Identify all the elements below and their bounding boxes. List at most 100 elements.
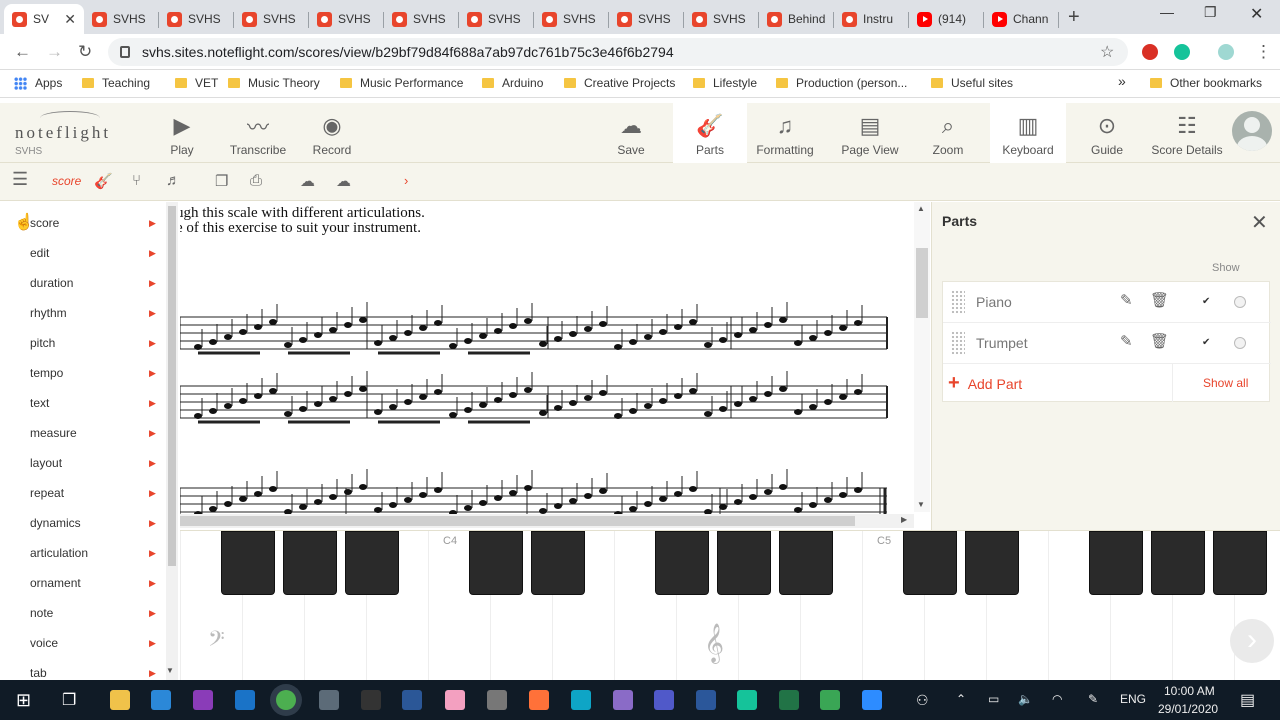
browser-tab[interactable]: Instru [834, 4, 909, 34]
note-head[interactable] [554, 336, 562, 342]
note-head[interactable] [239, 398, 247, 404]
note-head[interactable] [854, 389, 862, 395]
submenu-arrow-icon[interactable]: ▶ [149, 518, 156, 529]
note-head[interactable] [584, 493, 592, 499]
note-head[interactable] [854, 487, 862, 493]
note-head[interactable] [719, 406, 727, 412]
note-head[interactable] [344, 391, 352, 397]
note-head[interactable] [659, 398, 667, 404]
note-head[interactable] [749, 327, 757, 333]
print-icon[interactable]: ⎙ [250, 172, 262, 189]
tool-play[interactable]: ▶ Play [152, 103, 212, 163]
note-head[interactable] [254, 324, 262, 330]
submenu-arrow-icon[interactable]: ▶ [149, 338, 156, 349]
note-head[interactable] [449, 343, 457, 349]
notifications-icon[interactable]: ▤ [1240, 690, 1255, 710]
note-head[interactable] [374, 340, 382, 346]
black-key[interactable] [1089, 531, 1143, 595]
note-head[interactable] [569, 498, 577, 504]
menu-item-label[interactable]: voice [30, 636, 58, 650]
note-head[interactable] [779, 317, 787, 323]
black-key[interactable] [717, 531, 771, 595]
note-head[interactable] [254, 393, 262, 399]
note-head[interactable] [314, 401, 322, 407]
next-octave-arrow-icon[interactable]: › [1230, 619, 1274, 663]
trash-icon[interactable]: 🗑 [1150, 332, 1169, 350]
note-head[interactable] [824, 399, 832, 405]
black-key[interactable] [1213, 531, 1267, 595]
menu-item-label[interactable]: edit [30, 246, 49, 260]
close-icon[interactable]: ✕ [1251, 210, 1268, 235]
browser-tab[interactable]: Chann [984, 4, 1059, 34]
word-icon[interactable] [696, 690, 716, 710]
note-head[interactable] [284, 411, 292, 417]
cloud-download-icon[interactable]: ☁ [336, 172, 351, 190]
excel-icon[interactable] [779, 690, 799, 710]
note-head[interactable] [614, 344, 622, 350]
note-head[interactable] [689, 486, 697, 492]
black-key[interactable] [531, 531, 585, 595]
clock-time[interactable]: 10:00 AM [1164, 684, 1215, 698]
submenu-arrow-icon[interactable]: ▶ [149, 578, 156, 589]
tool-save[interactable]: ☁ Save [601, 103, 661, 163]
note-head[interactable] [629, 506, 637, 512]
cloud-upload-icon[interactable]: ☁ [300, 172, 315, 190]
outlook-icon[interactable] [235, 690, 255, 710]
tool-transcribe[interactable]: 〰 Transcribe [224, 103, 292, 163]
logo[interactable]: noteflight [15, 123, 111, 143]
note-head[interactable] [194, 344, 202, 350]
submenu-arrow-icon[interactable]: ▶ [149, 218, 156, 229]
note-head[interactable] [479, 333, 487, 339]
note-head[interactable] [524, 387, 532, 393]
note-head[interactable] [839, 394, 847, 400]
submenu-arrow-icon[interactable]: ▶ [149, 458, 156, 469]
note-head[interactable] [554, 405, 562, 411]
note-head[interactable] [824, 497, 832, 503]
bookmark-item[interactable]: Production (person... [776, 76, 907, 90]
note-head[interactable] [194, 413, 202, 419]
black-key[interactable] [655, 531, 709, 595]
firefox-icon[interactable] [529, 690, 549, 710]
note-head[interactable] [824, 330, 832, 336]
note-head[interactable] [704, 342, 712, 348]
note-head[interactable] [284, 342, 292, 348]
browser-tab[interactable]: SVHS [534, 4, 609, 34]
note-head[interactable] [674, 324, 682, 330]
note-head[interactable] [839, 492, 847, 498]
note-head[interactable] [314, 499, 322, 505]
show-checkbox[interactable]: ✔ [1202, 337, 1214, 349]
note-head[interactable] [809, 335, 817, 341]
brush-icon[interactable] [445, 690, 465, 710]
note-head[interactable] [569, 331, 577, 337]
note-head[interactable] [254, 491, 262, 497]
show-checkbox[interactable]: ✔ [1202, 296, 1214, 308]
menu-item-label[interactable]: duration [30, 276, 73, 290]
note-head[interactable] [689, 388, 697, 394]
submenu-arrow-icon[interactable]: ▶ [149, 368, 156, 379]
menu-item-label[interactable]: layout [30, 456, 62, 470]
pencil-icon[interactable]: ✎ [1120, 332, 1133, 350]
black-key[interactable] [903, 531, 957, 595]
note-head[interactable] [509, 323, 517, 329]
note-head[interactable] [494, 495, 502, 501]
note-head[interactable] [644, 334, 652, 340]
menu-item-label[interactable]: repeat [30, 486, 64, 500]
close-window-icon[interactable]: ✕ [1250, 4, 1263, 24]
note-head[interactable] [629, 408, 637, 414]
part-row[interactable]: Trumpet ✎ 🗑 ✔ [943, 323, 1271, 364]
scroll-right-icon[interactable]: ▶ [901, 515, 907, 524]
browser-tab[interactable]: SVHS [459, 4, 534, 34]
black-key[interactable] [779, 531, 833, 595]
submenu-arrow-icon[interactable]: ▶ [149, 668, 156, 679]
minimize-icon[interactable]: — [1160, 4, 1174, 20]
piano-keyboard[interactable]: C4 C5 𝄢 𝄞 › [180, 530, 1280, 681]
note-head[interactable] [359, 386, 367, 392]
note-head[interactable] [299, 337, 307, 343]
note-head[interactable] [224, 403, 232, 409]
note-head[interactable] [449, 412, 457, 418]
pen-icon[interactable]: ✎ [1088, 692, 1098, 706]
menu-item-label[interactable]: ornament [30, 576, 81, 590]
note-head[interactable] [614, 413, 622, 419]
note-head[interactable] [464, 505, 472, 511]
browser-tab[interactable]: Behind [759, 4, 834, 34]
